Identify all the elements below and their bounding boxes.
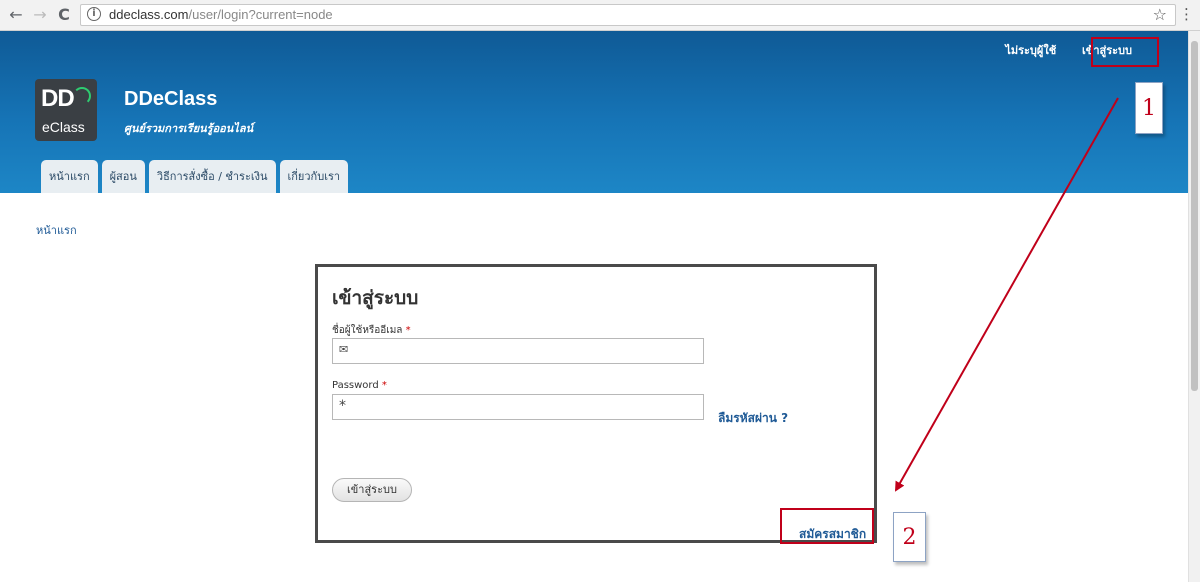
step-2-callout: 2 <box>893 512 926 562</box>
arrow-line <box>895 97 1119 492</box>
step-1-callout: 1 <box>1135 82 1163 134</box>
annotation-arrow <box>895 97 1119 492</box>
